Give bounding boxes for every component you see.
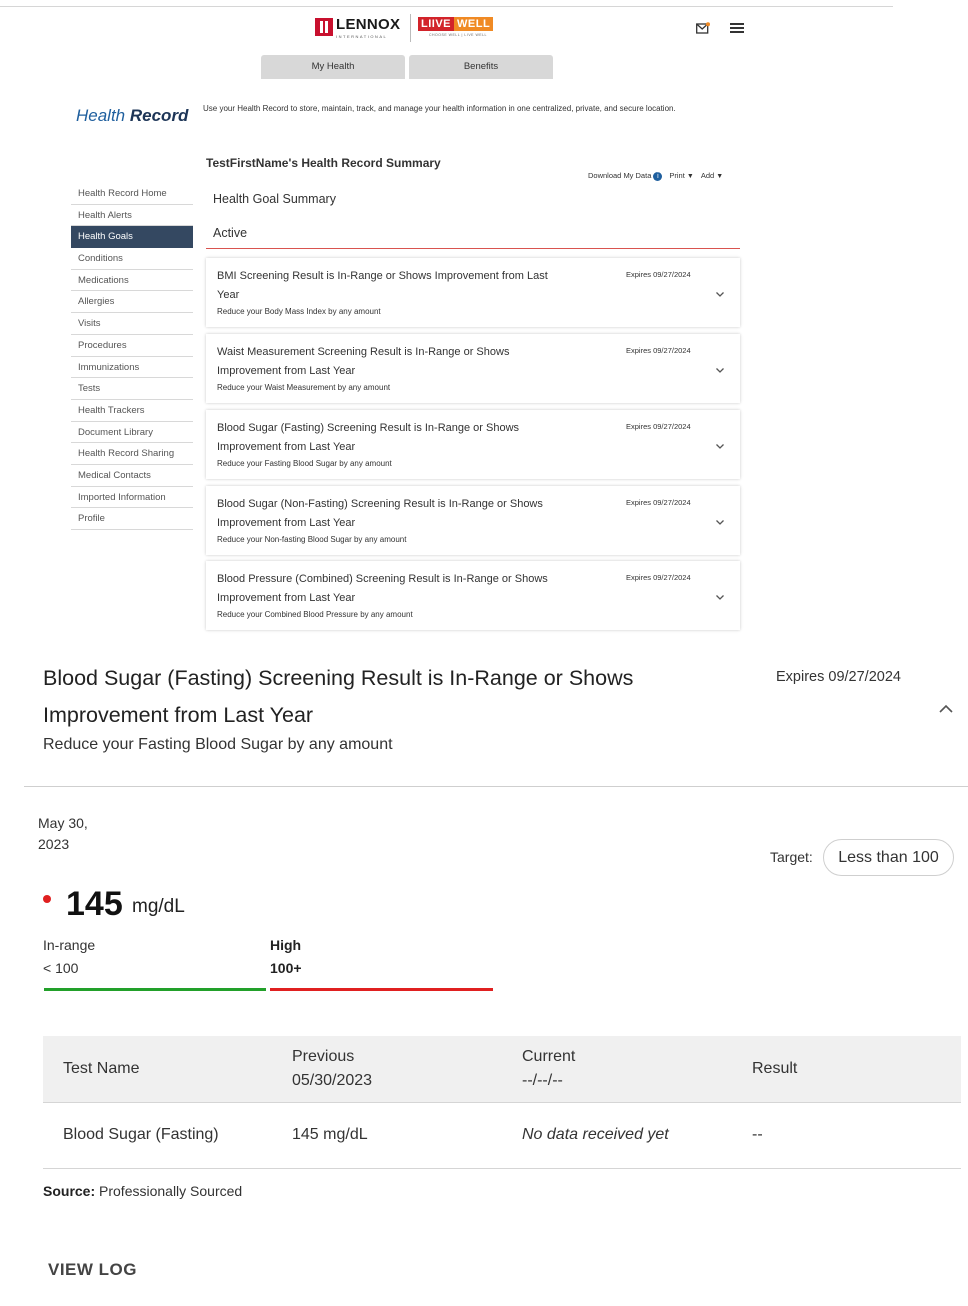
goal-detail-expires: Expires 09/27/2024 (776, 669, 901, 685)
download-data-link[interactable]: Download My Data i (588, 171, 663, 181)
goal-card[interactable]: Blood Pressure (Combined) Screening Resu… (206, 561, 740, 630)
cell-result: -- (752, 1126, 763, 1143)
goal-detail-subtitle: Reduce your Fasting Blood Sugar by any a… (43, 736, 393, 753)
lennox-logo[interactable]: LENNOX INTERNATIONAL (315, 17, 400, 39)
chevron-up-icon[interactable] (937, 702, 955, 714)
range-value-in-range: < 100 (43, 960, 79, 976)
sidebar-item-medications[interactable]: Medications (71, 270, 193, 292)
sidebar-item-imported-information[interactable]: Imported Information (71, 487, 193, 509)
sidebar-item-health-goals[interactable]: Health Goals (71, 226, 193, 249)
logo-divider (410, 14, 411, 42)
goal-title: BMI Screening Result is In-Range or Show… (217, 270, 548, 301)
mail-notification-icon[interactable] (696, 21, 710, 34)
summary-title: TestFirstName's Health Record Summary (206, 156, 441, 170)
goal-summary-heading: Health Goal Summary (213, 192, 336, 206)
goal-title: Blood Sugar (Non-Fasting) Screening Resu… (217, 498, 543, 529)
sidebar-item-tests[interactable]: Tests (71, 378, 193, 400)
goal-title: Blood Sugar (Fasting) Screening Result i… (217, 422, 520, 453)
active-underline (206, 248, 740, 249)
header-current: Current --/--/-- (522, 1048, 576, 1089)
info-icon[interactable]: i (653, 171, 663, 181)
goal-title: Blood Pressure (Combined) Screening Resu… (217, 573, 548, 604)
detail-divider (24, 786, 968, 787)
goal-expires: Expires 09/27/2024 (626, 573, 691, 582)
goal-expires: Expires 09/27/2024 (626, 422, 691, 431)
goal-subtitle: Reduce your Fasting Blood Sugar by any a… (217, 459, 392, 468)
cell-test-name: Blood Sugar (Fasting) (63, 1126, 219, 1143)
health-record-sidebar: Health Record Home Health Alerts Health … (71, 183, 193, 530)
sidebar-item-medical-contacts[interactable]: Medical Contacts (71, 465, 193, 487)
view-log-link[interactable]: VIEW LOG (48, 1260, 137, 1280)
sidebar-item-health-record-home[interactable]: Health Record Home (71, 183, 193, 205)
sidebar-item-document-library[interactable]: Document Library (71, 422, 193, 444)
table-header: Test Name Previous 05/30/2023 Current --… (43, 1036, 961, 1103)
add-menu[interactable]: Add ▼ (701, 171, 723, 180)
goal-expires: Expires 09/27/2024 (626, 270, 691, 279)
goal-card[interactable]: Waist Measurement Screening Result is In… (206, 334, 740, 403)
sidebar-item-procedures[interactable]: Procedures (71, 335, 193, 357)
tab-benefits[interactable]: Benefits (409, 55, 553, 79)
liivewell-logo[interactable]: LIIVE WELL CHOOSE WELL | LIVE WELL (418, 17, 498, 37)
sidebar-item-visits[interactable]: Visits (71, 313, 193, 335)
goal-card[interactable]: Blood Sugar (Non-Fasting) Screening Resu… (206, 486, 740, 555)
results-table: Test Name Previous 05/30/2023 Current --… (43, 1036, 961, 1169)
lennox-mark-icon (315, 18, 333, 36)
header-divider (0, 6, 893, 7)
range-value-high: 100+ (270, 960, 302, 976)
chevron-down-icon[interactable] (715, 362, 725, 373)
sidebar-item-health-alerts[interactable]: Health Alerts (71, 205, 193, 227)
goal-card[interactable]: BMI Screening Result is In-Range or Show… (206, 258, 740, 327)
goal-subtitle: Reduce your Non-fasting Blood Sugar by a… (217, 535, 407, 544)
sidebar-item-health-trackers[interactable]: Health Trackers (71, 400, 193, 422)
goal-subtitle: Reduce your Waist Measurement by any amo… (217, 383, 391, 392)
goal-subtitle: Reduce your Body Mass Index by any amoun… (217, 307, 381, 316)
range-label-in-range: In-range (43, 937, 96, 953)
sidebar-item-conditions[interactable]: Conditions (71, 248, 193, 270)
goal-detail-title: Blood Sugar (Fasting) Screening Result i… (43, 666, 634, 727)
caret-down-icon: ▼ (716, 173, 724, 181)
result-unit: mg/dL (132, 896, 185, 917)
page-description: Use your Health Record to store, maintai… (203, 104, 676, 113)
chevron-down-icon[interactable] (715, 286, 725, 297)
result-value: 145 (66, 885, 123, 923)
cell-previous: 145 mg/dL (292, 1126, 368, 1143)
chevron-down-icon[interactable] (715, 438, 725, 449)
sidebar-item-profile[interactable]: Profile (71, 508, 193, 530)
active-goals-tab[interactable]: Active (213, 226, 247, 240)
header-result: Result (752, 1060, 798, 1077)
sidebar-item-health-record-sharing[interactable]: Health Record Sharing (71, 443, 193, 465)
chevron-down-icon[interactable] (715, 589, 725, 600)
goal-subtitle: Reduce your Combined Blood Pressure by a… (217, 610, 413, 619)
goal-card[interactable]: Blood Sugar (Fasting) Screening Result i… (206, 410, 740, 479)
chevron-down-icon[interactable] (715, 514, 725, 525)
cell-current: No data received yet (522, 1126, 669, 1143)
source-note: Source: Professionally Sourced (43, 1183, 243, 1199)
goal-title: Waist Measurement Screening Result is In… (217, 346, 510, 377)
sidebar-item-immunizations[interactable]: Immunizations (71, 357, 193, 379)
target-pill: Less than 100 (823, 839, 954, 876)
result-date: May 30, 2023 (38, 815, 88, 852)
range-bar-in-range (44, 988, 266, 991)
goal-expires: Expires 09/27/2024 (626, 498, 691, 507)
record-actions: Download My Data i Print ▼ Add ▼ (588, 171, 723, 181)
hamburger-menu-icon[interactable] (730, 23, 744, 33)
sidebar-item-allergies[interactable]: Allergies (71, 291, 193, 314)
goal-expires: Expires 09/27/2024 (626, 346, 691, 355)
target-label: Target: (770, 849, 813, 865)
range-bar-high (270, 988, 493, 991)
print-menu[interactable]: Print ▼ (669, 171, 693, 180)
caret-down-icon: ▼ (686, 173, 694, 181)
header-test-name: Test Name (63, 1060, 140, 1077)
status-dot (43, 895, 51, 903)
header-previous: Previous 05/30/2023 (292, 1048, 373, 1089)
tab-my-health[interactable]: My Health (261, 55, 405, 79)
page-title: Health Record (76, 106, 189, 125)
range-label-high: High (270, 937, 302, 953)
table-row: Blood Sugar (Fasting) 145 mg/dL No data … (43, 1103, 961, 1169)
